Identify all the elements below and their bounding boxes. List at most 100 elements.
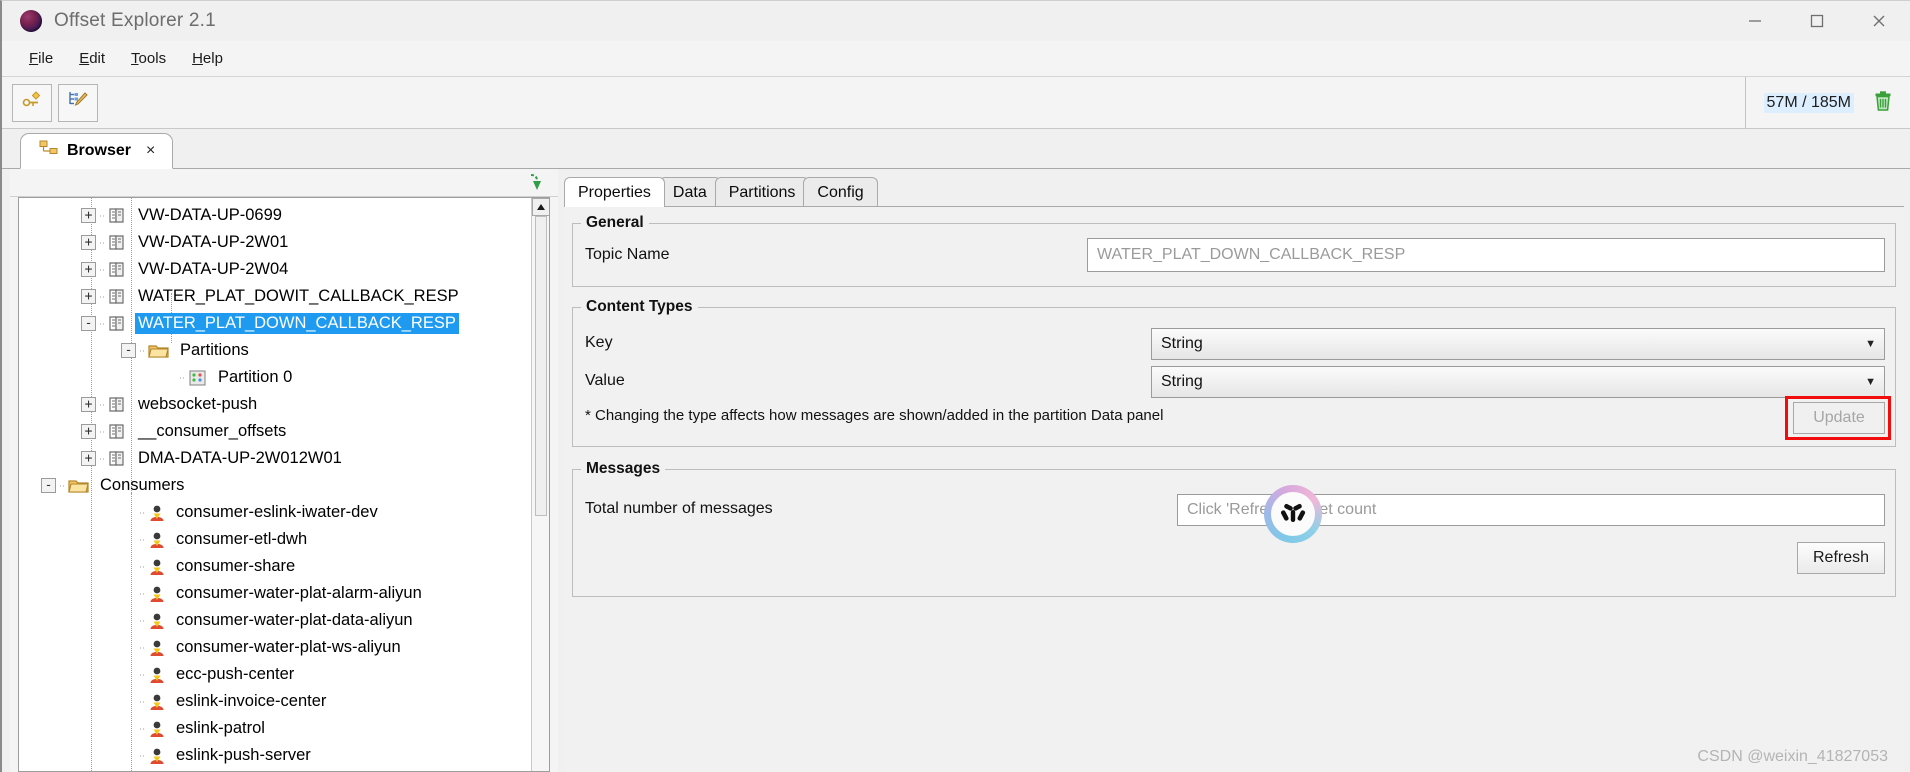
tree-node-label: DMA-DATA-UP-2W012W01 — [138, 449, 342, 467]
browser-tree-icon — [39, 140, 59, 163]
tree-node[interactable]: ∙∙ eslink-invoice-center — [19, 688, 531, 715]
tree-node[interactable]: - ∙∙ WATER_PLAT_DOWN_CALLBACK_RESP — [19, 310, 531, 337]
tree-node[interactable]: ∙∙ consumer-water-plat-alarm-aliyun — [19, 580, 531, 607]
window-title: Offset Explorer 2.1 — [54, 10, 216, 31]
general-group-title: General — [581, 214, 649, 232]
tri-radial-logo-icon — [1264, 485, 1322, 543]
tab-data[interactable]: Data — [658, 177, 721, 207]
tree-scroll-viewport: + ∙∙ VW-DATA-UP-0699 + ∙∙ VW-DATA-UP-2W01 + ∙∙ V… — [19, 198, 531, 771]
topic-icon — [108, 288, 128, 306]
minimize-icon[interactable] — [1724, 1, 1786, 41]
consumer-icon — [148, 531, 166, 549]
tree-node[interactable]: + ∙∙ WATER_PLAT_DOWIT_CALLBACK_RESP — [19, 283, 531, 310]
add-connection-button[interactable] — [12, 83, 52, 122]
tree-connector-dots: ∙∙ — [178, 371, 186, 384]
menu-tools[interactable]: Tools — [118, 46, 179, 71]
tree-node[interactable]: ∙∙ eslink-push-server — [19, 742, 531, 769]
tree-node[interactable]: ∙∙ consumer-water-plat-ws-aliyun — [19, 634, 531, 661]
expand-node-icon[interactable]: + — [81, 424, 96, 439]
close-icon[interactable] — [1848, 1, 1910, 41]
topic-tree[interactable]: + ∙∙ VW-DATA-UP-0699 + ∙∙ VW-DATA-UP-2W01 + ∙∙ V… — [18, 197, 550, 772]
content-types-group: Content Types Key String ▼ Value String … — [572, 298, 1896, 447]
tab-config-label: Config — [817, 183, 864, 201]
tree-node-label: WATER_PLAT_DOWIT_CALLBACK_RESP — [138, 287, 459, 305]
tree-node-label: Partition 0 — [218, 368, 293, 386]
tree-node[interactable]: + ∙∙ VW-DATA-UP-2W04 — [19, 256, 531, 283]
topic-icon — [108, 423, 128, 441]
memory-indicator: 57M / 185M — [1744, 77, 1910, 129]
maximize-icon[interactable] — [1786, 1, 1848, 41]
tree-node-label: Partitions — [180, 341, 249, 359]
tab-data-label: Data — [672, 183, 707, 201]
tree-edit-pencil-icon — [66, 88, 90, 117]
menu-help[interactable]: Help — [179, 46, 236, 71]
tree-node[interactable]: ∙∙ consumer-water-plat-data-aliyun — [19, 607, 531, 634]
tree-connector-dots: ∙∙ — [98, 452, 106, 465]
topic-icon — [108, 207, 128, 225]
menu-edit-label-rest: dit — [89, 50, 106, 67]
topic-icon — [108, 450, 128, 468]
tab-properties[interactable]: Properties — [564, 177, 665, 207]
collapse-node-icon[interactable]: - — [81, 316, 96, 331]
total-messages-label: Total number of messages — [585, 500, 773, 517]
collapse-node-icon[interactable]: - — [121, 343, 136, 358]
expand-node-icon[interactable]: + — [81, 235, 96, 250]
tab-config[interactable]: Config — [803, 177, 878, 207]
tree-node-label: VW-DATA-UP-0699 — [138, 206, 282, 224]
topic-icon — [108, 396, 128, 414]
title-bar: Offset Explorer 2.1 — [2, 1, 1910, 41]
menu-file[interactable]: File — [16, 46, 66, 71]
content-types-group-title: Content Types — [581, 298, 698, 316]
update-button[interactable]: Update — [1793, 402, 1885, 434]
tree-node[interactable]: + ∙∙ __consumer_offsets — [19, 418, 531, 445]
tree-connector-dots: ∙∙ — [138, 668, 146, 681]
tree-vertical-scrollbar[interactable] — [531, 198, 549, 771]
edit-connection-button[interactable] — [58, 83, 98, 122]
tree-node[interactable]: + ∙∙ VW-DATA-UP-0699 — [19, 202, 531, 229]
tab-browser[interactable]: Browser × — [20, 133, 174, 169]
topic-icon — [108, 315, 128, 333]
expand-node-icon[interactable]: + — [81, 208, 96, 223]
scrollbar-thumb[interactable] — [535, 216, 547, 516]
trash-can-icon[interactable] — [1872, 89, 1894, 118]
consumer-icon — [148, 720, 166, 738]
expand-node-icon[interactable]: + — [81, 451, 96, 466]
consumer-icon — [148, 558, 166, 576]
value-type-select[interactable]: String ▼ — [1151, 366, 1885, 398]
tab-browser-close-icon[interactable]: × — [143, 142, 158, 160]
tree-node-label: consumer-water-plat-alarm-aliyun — [176, 584, 422, 602]
tree-node-label: consumer-etl-dwh — [176, 530, 308, 548]
tree-node[interactable]: - ∙∙ Consumers — [19, 472, 531, 499]
tree-node[interactable]: ∙∙ consumer-etl-dwh — [19, 526, 531, 553]
tree-connector-dots: ∙∙ — [138, 587, 146, 600]
sync-down-arrow-icon[interactable] — [524, 173, 544, 198]
consumer-icon — [148, 504, 166, 522]
topic-name-field[interactable]: WATER_PLAT_DOWN_CALLBACK_RESP — [1087, 238, 1885, 272]
tree-node[interactable]: ∙∙ ecc-push-center — [19, 661, 531, 688]
key-label: Key — [585, 334, 613, 351]
scroll-up-arrow-icon[interactable] — [532, 198, 549, 216]
tree-node-label: eslink-push-server — [176, 746, 311, 764]
expand-node-icon[interactable]: + — [81, 397, 96, 412]
tab-partitions[interactable]: Partitions — [714, 177, 810, 207]
expand-node-icon[interactable]: + — [81, 289, 96, 304]
tree-node[interactable]: + ∙∙ websocket-push — [19, 391, 531, 418]
tree-node[interactable]: ∙∙ eslink-patrol — [19, 715, 531, 742]
key-type-select[interactable]: String ▼ — [1151, 328, 1885, 360]
tree-node[interactable]: ∙∙ consumer-share — [19, 553, 531, 580]
tree-node-label: eslink-invoice-center — [176, 692, 327, 710]
tree-node[interactable]: - ∙∙ Partitions — [19, 337, 531, 364]
refresh-button[interactable]: Refresh — [1797, 542, 1885, 574]
tree-node[interactable]: ∙∙ consumer-eslink-iwater-dev — [19, 499, 531, 526]
tree-node-label: ecc-push-center — [176, 665, 295, 683]
tree-node[interactable]: + ∙∙ VW-DATA-UP-2W01 — [19, 229, 531, 256]
workspace: + ∙∙ VW-DATA-UP-0699 + ∙∙ VW-DATA-UP-2W01 + ∙∙ V… — [2, 169, 1910, 772]
tree-connector-dots: ∙∙ — [138, 641, 146, 654]
tree-node[interactable]: + ∙∙ DMA-DATA-UP-2W012W01 — [19, 445, 531, 472]
key-type-value: String — [1161, 335, 1203, 352]
expand-node-icon[interactable]: + — [81, 262, 96, 277]
collapse-node-icon[interactable]: - — [41, 478, 56, 493]
menu-edit[interactable]: Edit — [66, 46, 118, 71]
tree-connector-dots: ∙∙ — [98, 236, 106, 249]
tree-node[interactable]: ∙∙ Partition 0 — [19, 364, 531, 391]
